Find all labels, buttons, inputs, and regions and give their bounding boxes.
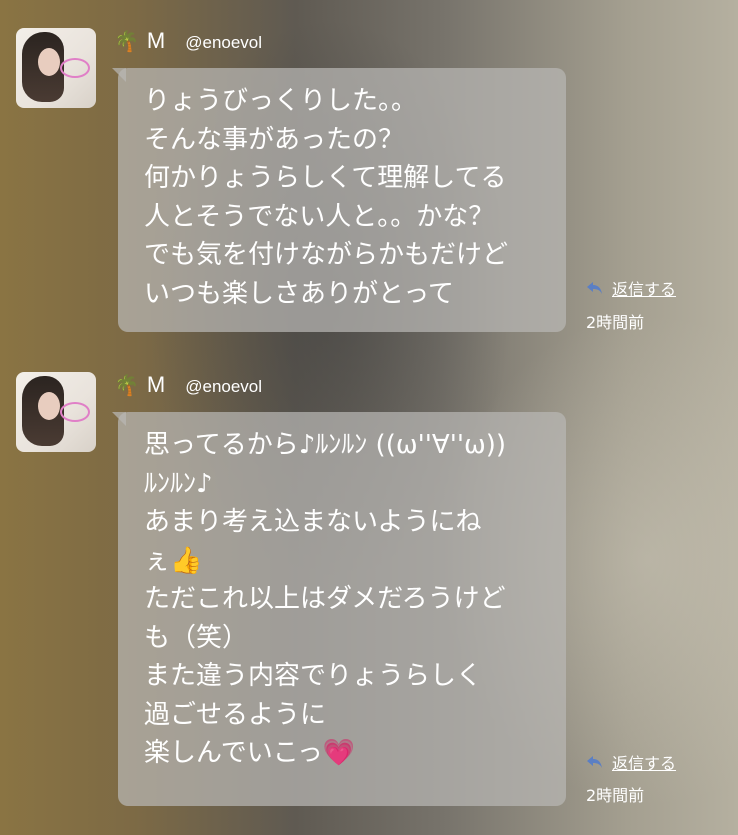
user-header: 🌴 M @enoevol xyxy=(114,372,262,398)
reply-arrow-icon[interactable] xyxy=(586,754,604,770)
message-line: 楽しんでいこっ💗 xyxy=(144,738,356,768)
user-handle[interactable]: @enoevol xyxy=(185,33,262,53)
reply-arrow-icon[interactable] xyxy=(586,280,604,296)
display-name[interactable]: M xyxy=(147,28,165,54)
message-line: いつも楽しさありがとって xyxy=(144,278,454,309)
message-line: また違う内容でりょうらしく xyxy=(144,661,483,691)
message-line: ぇ👍 xyxy=(144,545,203,576)
message-line: も（笑） xyxy=(144,622,249,653)
bubble-tail xyxy=(112,412,126,426)
message-line: ﾙﾝﾙﾝ♪ xyxy=(144,468,213,499)
bubble-tail xyxy=(112,68,126,82)
message-line: 何かりょうらしくて理解してる xyxy=(144,163,507,193)
display-name[interactable]: M xyxy=(147,372,165,398)
reply-label[interactable]: 返信する xyxy=(612,276,676,300)
message-bubble: 思ってるから♪ﾙﾝﾙﾝ ((ω''∀''ω)) ﾙﾝﾙﾝ♪ あまり考え込まないよ… xyxy=(112,412,566,806)
message-line: あまり考え込まないようにね xyxy=(144,507,482,537)
message-line: 思ってるから♪ﾙﾝﾙﾝ ((ω''∀''ω)) xyxy=(144,430,507,460)
message-line: そんな事があったの？ xyxy=(144,124,405,155)
timestamp: 2時間前 xyxy=(586,313,645,332)
avatar[interactable] xyxy=(16,372,96,452)
message-line: 過ごせるように xyxy=(144,699,327,730)
user-handle[interactable]: @enoevol xyxy=(185,377,262,397)
timestamp: 2時間前 xyxy=(586,786,645,805)
message-line: りょうびっくりした。。 xyxy=(144,86,418,116)
message-line: ただこれ以上はダメだろうけど xyxy=(144,584,506,614)
message-bubble: りょうびっくりした。。 そんな事があったの？ 何かりょうらしくて理解してる 人と… xyxy=(112,68,566,332)
reply-button[interactable]: 返信する xyxy=(586,750,676,774)
message-line: 人とそうでない人と。。かな？ xyxy=(144,201,495,232)
palm-tree-icon: 🌴 xyxy=(114,373,139,397)
message-line: でも気を付けながらかもだけど xyxy=(144,240,509,270)
reply-label[interactable]: 返信する xyxy=(612,750,676,774)
avatar[interactable] xyxy=(16,28,96,108)
user-header: 🌴 M @enoevol xyxy=(114,28,262,54)
reply-button[interactable]: 返信する xyxy=(586,276,676,300)
palm-tree-icon: 🌴 xyxy=(114,29,139,53)
